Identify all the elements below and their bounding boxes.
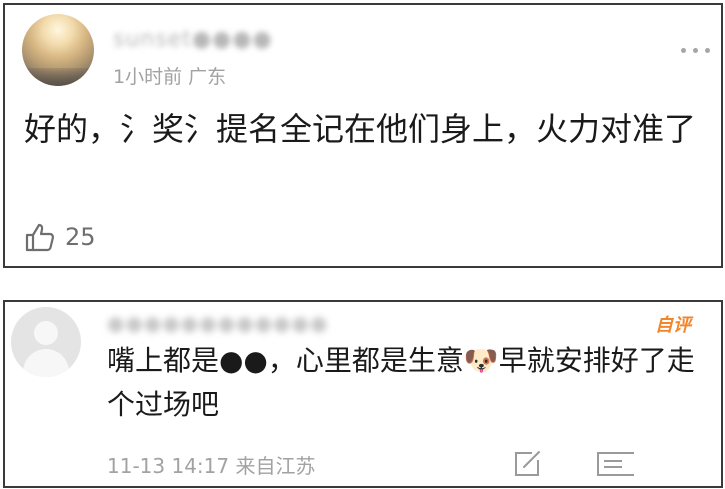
thumbs-up-icon: [25, 223, 55, 252]
comment-icon[interactable]: [594, 450, 634, 478]
reply-text: 嘴上都是●●，心里都是生意🐶早就安排好了走个过场吧: [107, 344, 695, 421]
comment-text: 好的，氵奖氵提名全记在他们身上，火力对准了: [24, 110, 697, 148]
reply-card: ●●●●●●●●●●●● 自评 嘴上都是●●，心里都是生意🐶早就安排好了走个过场…: [3, 300, 723, 488]
edit-square-icon[interactable]: [512, 450, 544, 478]
comment-card: sunset●●●● 1小时前 广东 好的，氵奖氵提名全记在他们身上，火力对准了…: [3, 3, 723, 268]
more-dots-icon[interactable]: [681, 45, 711, 55]
default-avatar-icon[interactable]: [11, 307, 81, 377]
avatar[interactable]: [22, 14, 94, 86]
author-name[interactable]: sunset●●●●: [113, 27, 273, 52]
self-review-badge: 自评: [655, 315, 691, 336]
comment-meta: 1小时前 广东: [113, 66, 227, 88]
author-name[interactable]: ●●●●●●●●●●●●: [107, 311, 328, 335]
like-count: 25: [65, 223, 96, 251]
reply-meta: 11-13 14:17 来自江苏: [107, 454, 316, 478]
